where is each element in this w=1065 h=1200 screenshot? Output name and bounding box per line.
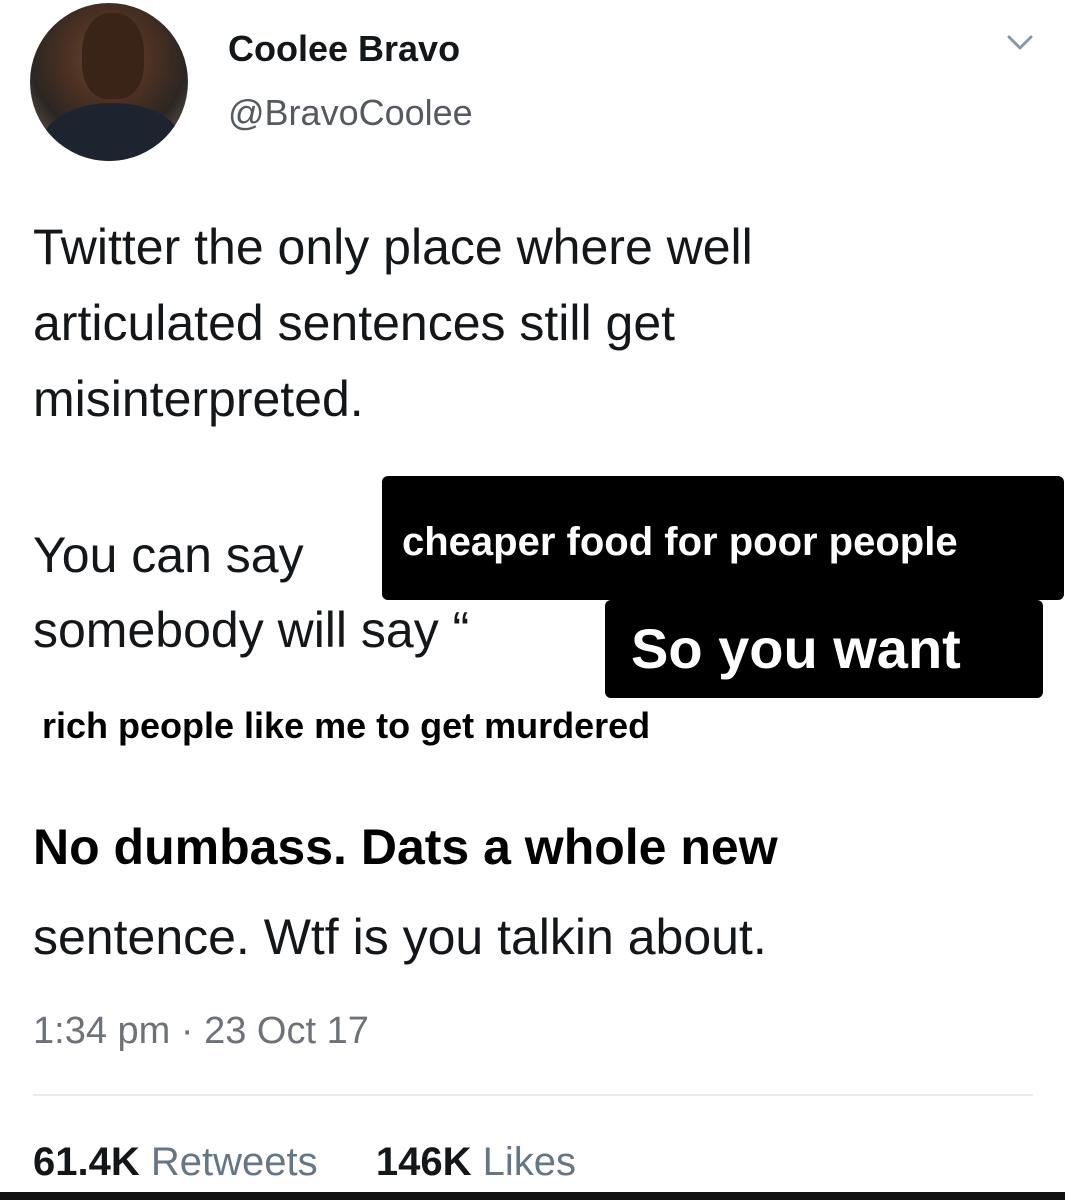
retweets-count: 61.4K xyxy=(33,1140,140,1184)
tweet-stats: 61.4K Retweets 146K Likes xyxy=(33,1140,576,1185)
likes-label: Likes xyxy=(482,1140,577,1184)
chevron-down-icon[interactable] xyxy=(1006,28,1034,56)
edit-bold-line: No dumbass. Dats a whole new xyxy=(33,819,778,875)
tweet-line-3: misinterpreted. xyxy=(33,371,364,427)
tweet-line-2: articulated sentences still get xyxy=(33,295,676,351)
avatar[interactable] xyxy=(30,3,188,161)
divider xyxy=(33,1094,1033,1096)
tweet-line-5: somebody will say “ xyxy=(33,602,470,658)
likes-count: 146K xyxy=(375,1140,472,1184)
bottom-bar xyxy=(0,1192,1065,1200)
display-name[interactable]: Coolee Bravo xyxy=(228,28,460,70)
tweet-final-line: sentence. Wtf is you talkin about. xyxy=(33,909,767,965)
edit-overlay-box-1: cheaper food for poor people xyxy=(382,476,1064,600)
avatar-shirt xyxy=(42,103,182,161)
retweets-label: Retweets xyxy=(150,1140,318,1184)
likes-stat[interactable]: 146K Likes xyxy=(376,1140,576,1184)
tweet-line-1: Twitter the only place where well xyxy=(33,219,753,275)
retweets-stat[interactable]: 61.4K Retweets xyxy=(33,1140,329,1184)
avatar-face xyxy=(82,13,144,99)
tweet-line-4: You can say xyxy=(33,527,304,583)
edit-overlay-box-2: So you want xyxy=(605,600,1043,698)
user-handle[interactable]: @BravoCoolee xyxy=(228,92,473,134)
edit-caption: rich people like me to get murdered xyxy=(42,705,651,746)
tweet-timestamp[interactable]: 1:34 pm · 23 Oct 17 xyxy=(33,1010,369,1053)
tweet-card: Coolee Bravo @BravoCoolee Twitter the on… xyxy=(0,0,1065,1200)
